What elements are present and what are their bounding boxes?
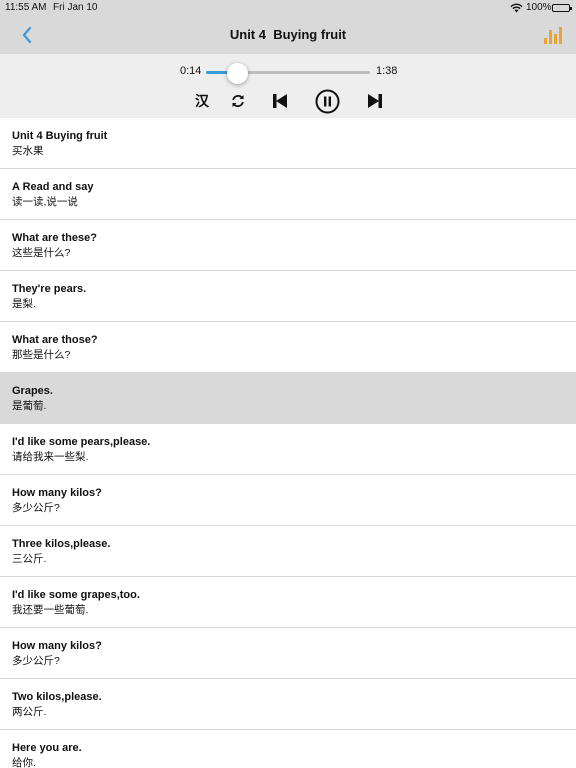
- sentence-english: I'd like some pears,please.: [12, 436, 151, 448]
- sentence-row[interactable]: How many kilos? 多少公斤?: [0, 475, 576, 526]
- sentence-list: Unit 4 Buying fruit 买水果 A Read and say 读一读,…: [0, 118, 576, 768]
- sentence-chinese: 两公斤.: [12, 706, 47, 718]
- sentence-row[interactable]: How many kilos? 多少公斤?: [0, 628, 576, 679]
- pause-button[interactable]: [315, 89, 340, 114]
- sentence-row[interactable]: A Read and say 读一读,说一说: [0, 169, 576, 220]
- battery-percentage: 100%: [526, 2, 552, 13]
- sentence-chinese: 那些是什么?: [12, 349, 71, 361]
- next-button[interactable]: [365, 90, 385, 112]
- sentence-english: How many kilos?: [12, 640, 102, 652]
- total-time: 1:38: [376, 65, 398, 77]
- current-time: 0:14: [180, 65, 202, 77]
- sentence-chinese: 多少公斤?: [12, 655, 60, 667]
- sentence-english: Grapes.: [12, 385, 53, 397]
- sentence-english: They're pears.: [12, 283, 87, 295]
- sentence-chinese: 多少公斤?: [12, 502, 60, 514]
- sentence-chinese: 这些是什么?: [12, 247, 71, 259]
- sentence-row[interactable]: Unit 4 Buying fruit 买水果: [0, 118, 576, 169]
- sentence-english: I'd like some grapes,too.: [12, 589, 140, 601]
- sentence-row[interactable]: Two kilos,please. 两公斤.: [0, 679, 576, 730]
- repeat-button[interactable]: [229, 90, 247, 112]
- progress-thumb[interactable]: [227, 63, 248, 84]
- sentence-chinese: 我还要一些葡萄.: [12, 604, 89, 616]
- sentence-chinese: 给你.: [12, 757, 36, 768]
- sentence-row[interactable]: Here you are. 给你.: [0, 730, 576, 768]
- bar-chart-icon: [544, 27, 562, 44]
- sentence-row[interactable]: What are those? 那些是什么?: [0, 322, 576, 373]
- sentence-english: What are those?: [12, 334, 98, 346]
- navigation-bar: Unit 4 Buying fruit: [0, 16, 576, 54]
- sentence-english: Three kilos,please.: [12, 538, 111, 550]
- status-bar: 11:55 AM Fri Jan 10 100%: [0, 0, 576, 16]
- sentence-row[interactable]: Three kilos,please. 三公斤.: [0, 526, 576, 577]
- skip-previous-icon: [273, 94, 287, 108]
- sentence-row[interactable]: I'd like some pears,please. 请给我来一些梨.: [0, 424, 576, 475]
- battery-icon: [552, 4, 572, 12]
- sentence-english: Unit 4 Buying fruit: [12, 130, 108, 142]
- wifi-icon: [510, 3, 523, 16]
- chinese-toggle-button[interactable]: 汉: [192, 90, 212, 112]
- status-time: 11:55 AM: [5, 2, 47, 13]
- sentence-chinese: 是梨.: [12, 298, 36, 310]
- sentence-chinese: 三公斤.: [12, 553, 47, 565]
- repeat-icon: [232, 95, 244, 107]
- sentence-row[interactable]: They're pears. 是梨.: [0, 271, 576, 322]
- page-title: Unit 4 Buying fruit: [229, 27, 347, 42]
- sentence-english: What are these?: [12, 232, 97, 244]
- previous-button[interactable]: [270, 90, 290, 112]
- sentence-chinese: 读一读,说一说: [12, 196, 78, 208]
- levels-button[interactable]: [543, 25, 563, 45]
- sentence-english: How many kilos?: [12, 487, 102, 499]
- sentence-chinese: 买水果: [12, 145, 44, 157]
- sentence-row[interactable]: What are these? 这些是什么?: [0, 220, 576, 271]
- audio-player: 0:14 1:38 汉: [0, 54, 576, 118]
- sentence-english: Two kilos,please.: [12, 691, 102, 703]
- pause-icon: [315, 89, 340, 114]
- sentence-chinese: 请给我来一些梨.: [12, 451, 89, 463]
- sentence-english: A Read and say: [12, 181, 94, 193]
- progress-slider[interactable]: [206, 63, 370, 84]
- sentence-english: Here you are.: [12, 742, 82, 754]
- sentence-row[interactable]: I'd like some grapes,too. 我还要一些葡萄.: [0, 577, 576, 628]
- skip-next-icon: [368, 94, 382, 108]
- status-date: Fri Jan 10: [53, 2, 98, 13]
- sentence-row[interactable]: Grapes. 是葡萄.: [0, 373, 576, 424]
- sentence-chinese: 是葡萄.: [12, 400, 47, 412]
